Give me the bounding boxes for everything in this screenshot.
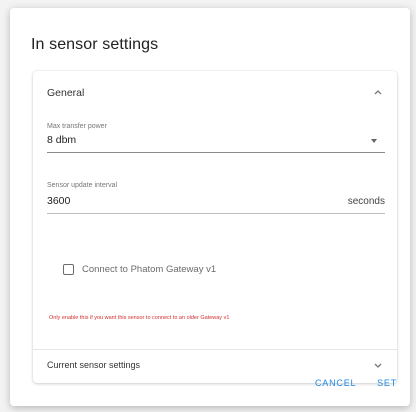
chevron-down-icon[interactable] [373, 362, 383, 370]
gateway-checkbox-label[interactable]: Connect to Phatom Gateway v1 [82, 264, 216, 275]
sensor-settings-dialog: In sensor settings General Max transfer … [10, 8, 410, 406]
general-panel-title: General [47, 87, 85, 99]
cancel-button[interactable]: CANCEL [315, 378, 356, 388]
select-underline [47, 152, 385, 153]
gateway-checkbox[interactable] [63, 264, 74, 275]
max-transfer-power-value: 8 dbm [47, 134, 77, 146]
sensor-update-interval-input[interactable]: Sensor update interval 3600 seconds [47, 182, 385, 214]
max-transfer-power-label: Max transfer power [47, 123, 107, 130]
sensor-update-interval-label: Sensor update interval [47, 182, 118, 189]
chevron-up-icon[interactable] [373, 88, 383, 96]
input-underline [47, 213, 385, 214]
max-transfer-power-select[interactable]: Max transfer power 8 dbm [47, 123, 385, 153]
sensor-update-interval-value[interactable]: 3600 [47, 195, 70, 207]
dialog-title: In sensor settings [31, 36, 159, 53]
interval-unit-suffix: seconds [347, 196, 385, 207]
dialog-actions: CANCEL SET [315, 378, 397, 392]
caret-down-icon[interactable] [371, 139, 377, 143]
gateway-warning-text: Only enable this if you want this sensor… [49, 315, 230, 321]
current-settings-panel-title: Current sensor settings [47, 360, 141, 370]
set-button[interactable]: SET [377, 378, 397, 388]
general-panel: General Max transfer power 8 dbm Sensor … [33, 71, 397, 383]
general-panel-header[interactable]: General [33, 71, 397, 115]
